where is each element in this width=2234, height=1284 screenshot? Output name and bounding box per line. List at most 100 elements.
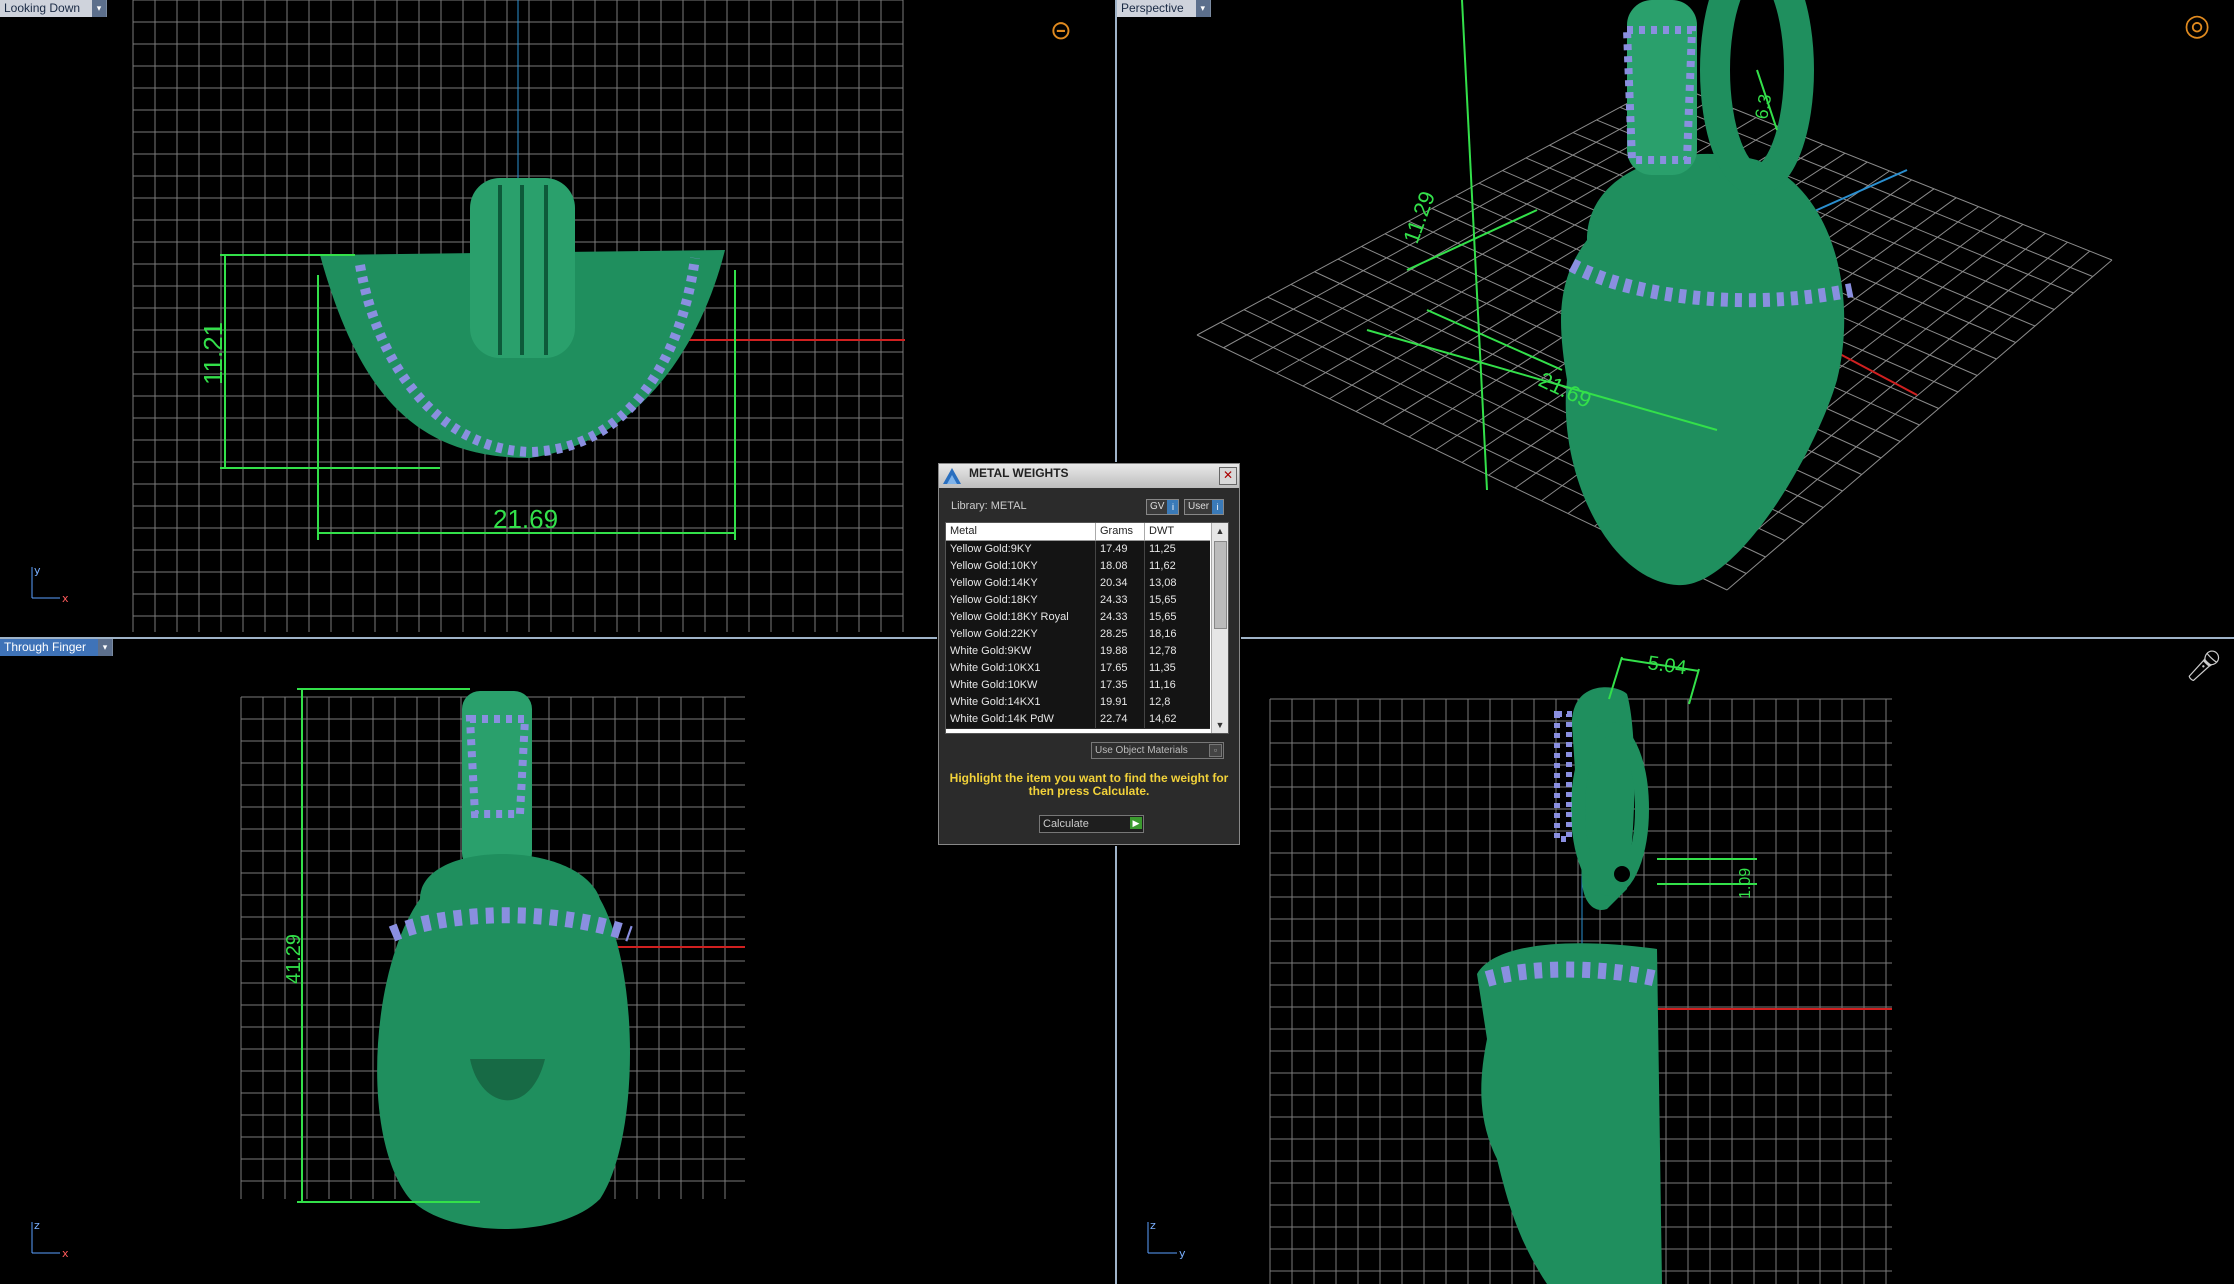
perspective-canvas: 21.69 11.29 6.3 [1196, 0, 2113, 591]
cell-dwt: 11,16 [1149, 679, 1176, 691]
table-row[interactable]: White Gold:9KW 19.88 12,78 [946, 643, 1210, 661]
cell-grams: 18.08 [1100, 560, 1128, 572]
axis-y-label: y [34, 564, 41, 577]
cell-grams: 17.49 [1100, 543, 1128, 555]
cell-grams: 24.33 [1100, 611, 1128, 623]
use-object-materials-label: Use Object Materials [1095, 745, 1188, 756]
axis-y-label: y [1179, 1247, 1186, 1260]
chevron-down-icon[interactable]: ▾ [92, 0, 107, 17]
calculate-button[interactable]: Calculate ▶ [1039, 815, 1144, 833]
close-icon[interactable]: ✕ [1219, 467, 1237, 485]
finger-icon[interactable]: 🎤︎ [2185, 649, 2223, 684]
viewport-label-text: Looking Down [4, 1, 81, 15]
calculate-label: Calculate [1043, 818, 1089, 830]
cell-metal: White Gold:14KX1 [950, 696, 1041, 708]
metal-table[interactable]: Metal Grams DWT Yellow Gold:9KY 17.49 11,2… [945, 522, 1229, 734]
table-row[interactable]: Yellow Gold:14KY 20.34 13,08 [946, 575, 1210, 593]
cell-grams: 28.25 [1100, 628, 1128, 640]
cell-grams: 19.91 [1100, 696, 1128, 708]
table-row[interactable]: Yellow Gold:9KY 17.49 11,25 [946, 541, 1210, 559]
dim-height-label: 11.21 [198, 322, 228, 385]
chevron-down-icon[interactable]: ▾ [98, 639, 113, 656]
axis-z-label: z [1150, 1219, 1156, 1232]
table-row[interactable]: White Gold:14KX1 19.91 12,8 [946, 694, 1210, 712]
cell-metal: Yellow Gold:9KY [950, 543, 1032, 555]
cell-metal: White Gold:9KW [950, 645, 1032, 657]
play-icon: ▶ [1130, 817, 1142, 829]
viewport-label-text: Perspective [1121, 1, 1184, 15]
gv-label: GV [1150, 501, 1165, 512]
table-row[interactable]: White Gold:14K PdW 22.74 14,62 [946, 711, 1210, 729]
dialog-title-bar[interactable]: METAL WEIGHTS ✕ [939, 464, 1239, 488]
gv-toggle[interactable]: GV i [1146, 499, 1180, 515]
info-icon[interactable]: i [1212, 500, 1224, 514]
cell-grams: 17.65 [1100, 662, 1128, 674]
cell-dwt: 12,78 [1149, 645, 1177, 657]
scroll-down-icon[interactable]: ▼ [1212, 717, 1228, 733]
cell-dwt: 15,65 [1149, 594, 1177, 606]
cell-dwt: 18,16 [1149, 628, 1177, 640]
scroll-up-icon[interactable]: ▲ [1212, 523, 1228, 539]
viewport-perspective[interactable]: 21.69 11.29 6.3 Perspective ▾ ◎ [1117, 0, 2234, 637]
cell-grams: 22.74 [1100, 713, 1128, 725]
cell-dwt: 11,62 [1149, 560, 1176, 572]
cell-dwt: 11,35 [1149, 662, 1176, 674]
axis-z-label: z [34, 1219, 40, 1232]
checkbox-icon[interactable]: ▫ [1209, 744, 1222, 757]
table-row[interactable]: White Gold:10KW 17.35 11,16 [946, 677, 1210, 695]
user-label: User [1188, 501, 1210, 512]
cell-grams: 19.88 [1100, 645, 1128, 657]
viewport-side[interactable]: 5.04 1.09 z y 🎤︎ [1117, 639, 2234, 1284]
dialog-title: METAL WEIGHTS [969, 466, 1069, 480]
app-logo-icon [943, 468, 961, 484]
viewport-label-looking-down[interactable]: Looking Down ▾ [0, 0, 108, 17]
cell-metal: Yellow Gold:18KY Royal [950, 611, 1069, 623]
cell-metal: Yellow Gold:10KY [950, 560, 1038, 572]
cell-metal: Yellow Gold:14KY [950, 577, 1038, 589]
table-header: Metal Grams DWT [946, 523, 1210, 541]
cell-metal: White Gold:14K PdW [950, 713, 1054, 725]
cell-dwt: 13,08 [1149, 577, 1177, 589]
cell-grams: 17.35 [1100, 679, 1128, 691]
scroll-thumb[interactable] [1214, 541, 1227, 629]
cell-metal: White Gold:10KX1 [950, 662, 1041, 674]
metal-weights-dialog: METAL WEIGHTS ✕ Library: METAL GV i User i… [938, 463, 1240, 845]
viewport-label-perspective[interactable]: Perspective ▾ [1117, 0, 1211, 17]
cell-metal: Yellow Gold:18KY [950, 594, 1038, 606]
table-row[interactable]: Yellow Gold:10KY 18.08 11,62 [946, 558, 1210, 576]
ring-icon[interactable]: ◎ [2184, 8, 2210, 43]
cell-dwt: 12,8 [1149, 696, 1171, 708]
cell-dwt: 14,62 [1149, 713, 1177, 725]
cell-dwt: 15,65 [1149, 611, 1177, 623]
ring-flat-icon[interactable]: ⊝ [1050, 16, 1072, 46]
viewport-label-text: Through Finger [4, 640, 87, 654]
dim-width-label: 21.69 [493, 504, 558, 534]
axis-x-label: x [62, 592, 69, 605]
cell-metal: Yellow Gold:22KY [950, 628, 1038, 640]
cell-dwt: 11,25 [1149, 543, 1176, 555]
info-icon[interactable]: i [1167, 500, 1179, 514]
pendant-perspective [1561, 0, 1854, 586]
user-toggle[interactable]: User i [1184, 499, 1225, 515]
use-object-materials-toggle[interactable]: Use Object Materials ▫ [1091, 742, 1224, 759]
cell-grams: 20.34 [1100, 577, 1128, 589]
table-row[interactable]: White Gold:10KX1 17.65 11,35 [946, 660, 1210, 678]
table-row[interactable]: Yellow Gold:18KY Royal 24.33 15,65 [946, 609, 1210, 627]
instruction-text: Highlight the item you want to find the … [949, 771, 1229, 798]
dim-hole-size: 1.09 [1737, 868, 1754, 899]
table-scrollbar[interactable]: ▲ ▼ [1211, 523, 1228, 733]
dim-perspective-depth: 11.29 [1398, 188, 1440, 247]
column-header-grams[interactable]: Grams [1100, 523, 1133, 540]
dim-bail-width: 5.04 [1646, 652, 1688, 679]
table-row[interactable]: Yellow Gold:22KY 28.25 18,16 [946, 626, 1210, 644]
viewport-label-through-finger[interactable]: Through Finger ▾ [0, 639, 114, 656]
table-row[interactable]: Yellow Gold:18KY 24.33 15,65 [946, 592, 1210, 610]
chevron-down-icon[interactable]: ▾ [1195, 0, 1210, 17]
pendant-front-view [377, 691, 633, 1229]
column-header-dwt[interactable]: DWT [1149, 523, 1174, 540]
dim-perspective-bail: 6.3 [1751, 93, 1775, 121]
column-header-metal[interactable]: Metal [950, 523, 977, 540]
dim-height-label: 41.29 [283, 934, 305, 984]
cell-metal: White Gold:10KW [950, 679, 1038, 691]
axis-x-label: x [62, 1247, 69, 1260]
